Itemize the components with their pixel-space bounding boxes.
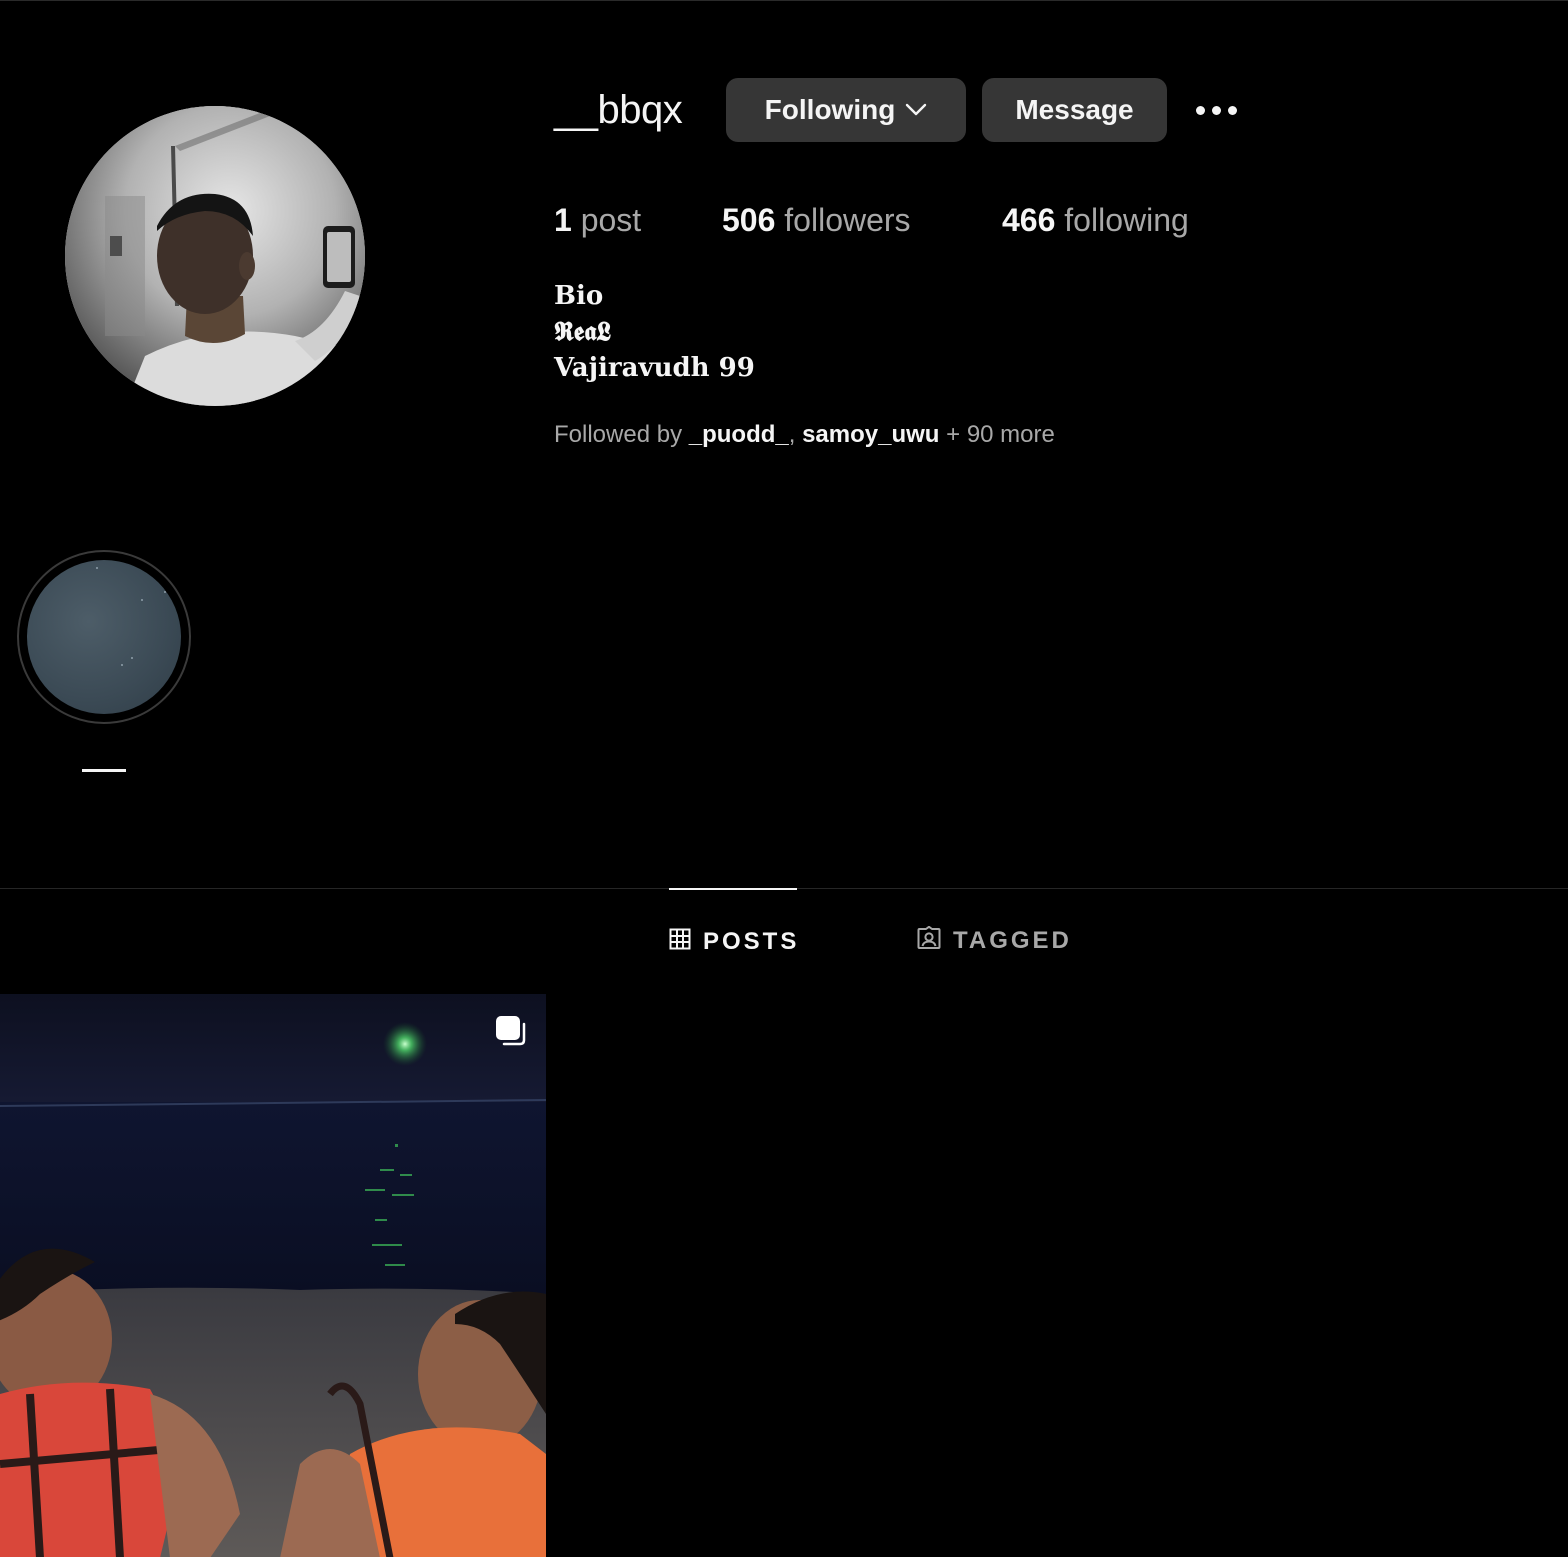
post-photo [0,994,546,1557]
mutual-follower-link[interactable]: _puodd_ [689,421,789,448]
followers-count-link[interactable]: 506 followers [722,198,911,242]
bio-line: Bio [554,281,604,311]
following-button[interactable]: Following [726,78,966,142]
profile-bio: Bio 𝕽𝖊𝖆𝕷 Vajiravudh 99 [554,278,755,386]
carousel-icon [494,1014,526,1046]
posts-count: 1 post [554,202,642,238]
tab-posts[interactable]: POSTS [669,888,797,994]
message-button[interactable]: Message [982,78,1167,142]
tab-tagged[interactable]: TAGGED [917,888,1069,994]
bio-line: 𝕽𝖊𝖆𝕷 [554,317,612,347]
following-button-label: Following [764,94,896,125]
highlight-label [82,769,126,772]
highlight-cover [27,560,181,714]
followed-by-text[interactable]: Followed by _puodd_, samoy_uwu + 90 more [554,418,1055,452]
grid-icon [669,928,691,957]
message-button-label: Message [1015,94,1134,125]
more-options-icon[interactable] [1190,96,1242,124]
avatar-photo [65,106,365,406]
tab-posts-label: POSTS [703,928,800,955]
bio-line: Vajiravudh 99 [554,353,755,383]
tab-tagged-label: TAGGED [953,927,1072,954]
chevron-down-icon [905,103,927,117]
profile-username: __bbqx [554,88,683,132]
following-count-link[interactable]: 466 following [1002,198,1189,242]
profile-page: __bbqx Following Message 1 post 506 foll… [0,0,1568,1557]
profile-avatar[interactable] [65,106,365,406]
tagged-icon [917,925,941,957]
story-highlight[interactable] [17,550,191,724]
post-thumbnail[interactable] [0,994,546,1557]
mutual-follower-link[interactable]: samoy_uwu [802,421,939,448]
